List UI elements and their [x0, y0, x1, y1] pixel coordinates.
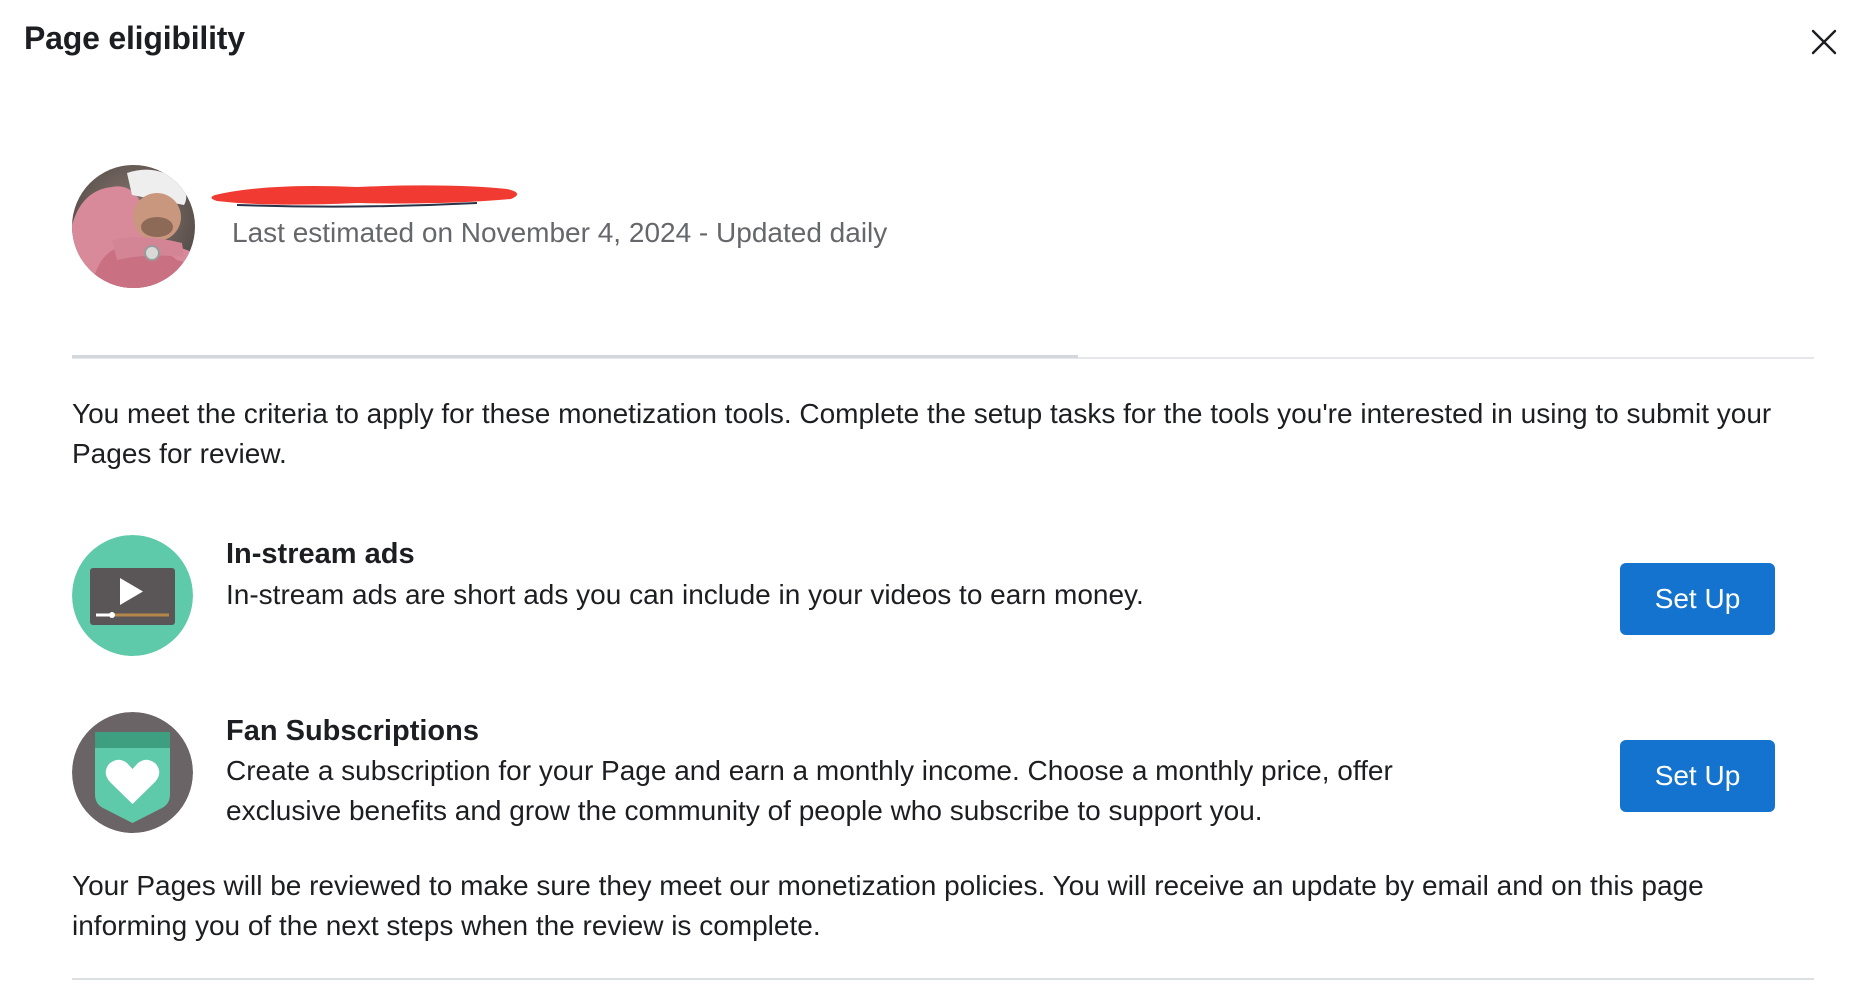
- tool-row-in-stream-ads: In-stream ads In-stream ads are short ad…: [72, 535, 1792, 656]
- fan-subscriptions-setup-button[interactable]: Set Up: [1620, 740, 1775, 812]
- tool-description: Create a subscription for your Page and …: [226, 755, 1393, 826]
- tool-title: Fan Subscriptions: [226, 715, 479, 747]
- section-divider-bottom: [72, 978, 1814, 980]
- avatar-image: [72, 165, 195, 288]
- heart-badge-icon: [72, 712, 193, 833]
- progress-divider: [72, 355, 1078, 358]
- review-notice-text: Your Pages will be reviewed to make sure…: [72, 870, 1704, 941]
- dialog-title: Page eligibility: [24, 20, 245, 56]
- redacted-page-name: [211, 185, 518, 208]
- last-estimated-text: Last estimated on November 4, 2024 - Upd…: [232, 217, 888, 248]
- tool-title: In-stream ads: [226, 538, 415, 570]
- video-play-icon: [72, 535, 193, 656]
- close-button[interactable]: [1800, 18, 1848, 66]
- page-summary: Last estimated on November 4, 2024 - Upd…: [72, 165, 1812, 289]
- close-icon: [1811, 29, 1837, 55]
- in-stream-ads-setup-button[interactable]: Set Up: [1620, 563, 1775, 635]
- tool-row-fan-subscriptions: Fan Subscriptions Create a subscription …: [72, 712, 1792, 833]
- tool-description: In-stream ads are short ads you can incl…: [226, 579, 1144, 610]
- page-avatar[interactable]: [72, 165, 195, 288]
- eligibility-intro-text: You meet the criteria to apply for these…: [72, 398, 1772, 469]
